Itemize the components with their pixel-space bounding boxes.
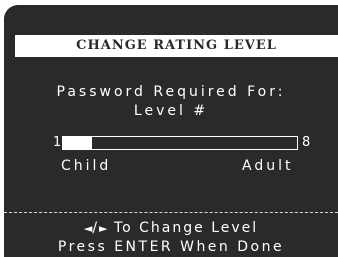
change-level-hint: ◄/► To Change Level xyxy=(4,220,338,236)
right-triangle-icon: ► xyxy=(99,222,108,235)
dialog-title: CHANGE RATING LEVEL xyxy=(15,35,338,57)
dashed-divider xyxy=(4,212,338,213)
rating-level-slider[interactable] xyxy=(62,136,298,150)
slider-max-label: 8 xyxy=(302,135,311,150)
level-number-label: Level # xyxy=(133,103,209,119)
slider-min-label: 1 xyxy=(53,135,62,150)
adult-label: Adult xyxy=(242,158,294,174)
slider-fill xyxy=(63,137,93,149)
enter-done-hint: Press ENTER When Done xyxy=(57,239,285,255)
change-level-text: To Change Level xyxy=(107,220,259,236)
child-label: Child xyxy=(61,158,112,174)
rating-level-screen: CHANGE RATING LEVEL Password Required Fo… xyxy=(4,5,338,257)
password-prompt: Password Required For: xyxy=(56,84,286,100)
